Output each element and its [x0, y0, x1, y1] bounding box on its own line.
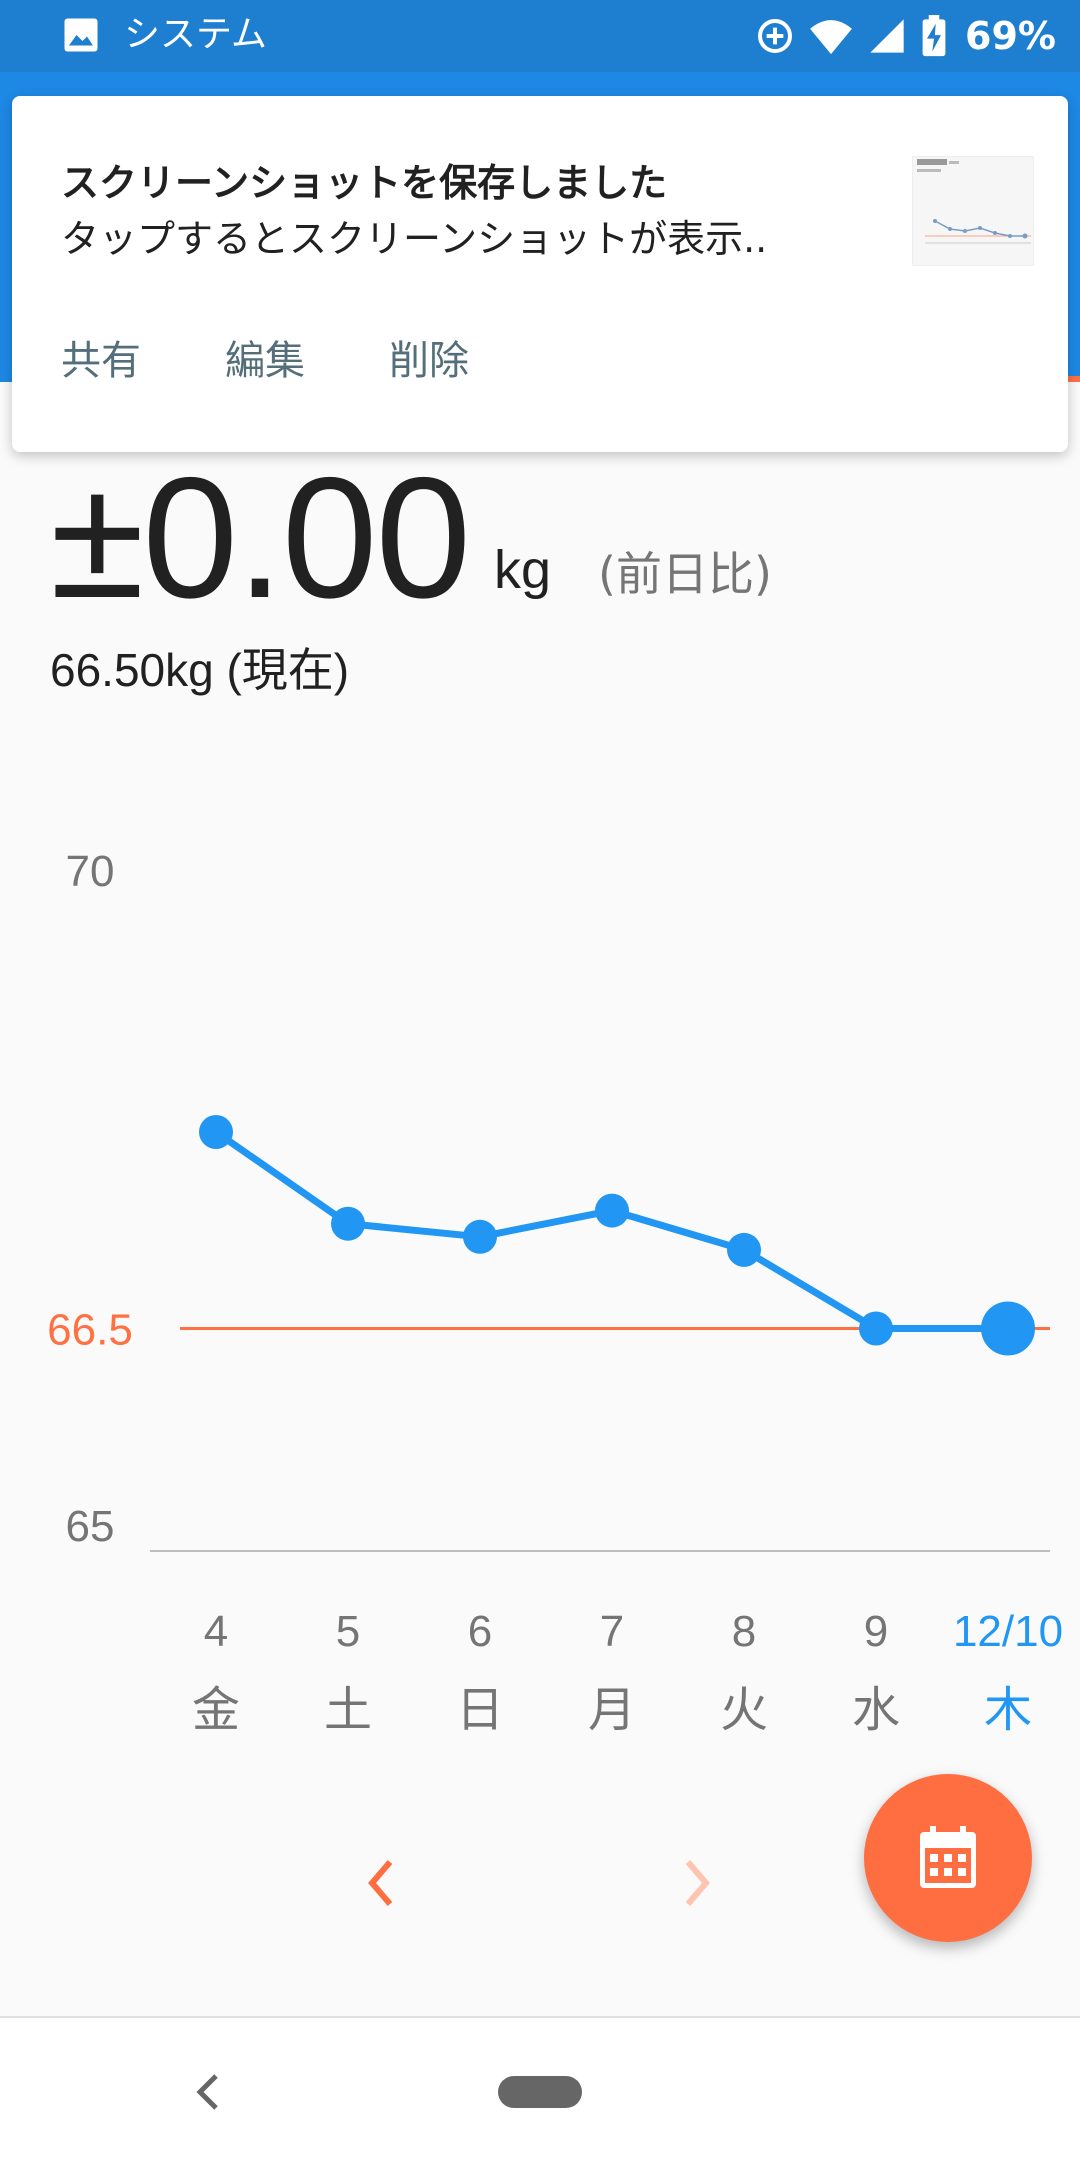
x-tick-label: 5	[336, 1607, 360, 1656]
reference-line-label: 66.5	[47, 1306, 133, 1355]
notification-title: スクリーンショットを保存しました	[61, 161, 668, 205]
battery-charging-icon	[922, 15, 946, 57]
selected-data-point	[981, 1301, 1035, 1356]
weight-difference-unit: kg	[494, 540, 552, 600]
data-point	[463, 1219, 497, 1254]
weekday-label: 水	[852, 1684, 900, 1737]
home-pill-button[interactable]	[498, 2076, 582, 2108]
y-tick-label: 70	[66, 847, 115, 896]
data-point	[199, 1115, 233, 1149]
calendar-icon	[920, 1826, 976, 1888]
data-point	[859, 1311, 893, 1346]
data-point	[595, 1193, 629, 1228]
wifi-icon	[810, 20, 852, 55]
data-saver-icon	[758, 19, 793, 53]
x-tick-label: 6	[468, 1607, 492, 1656]
weekday-label: 日	[456, 1684, 504, 1737]
x-tick-label: 12/10	[953, 1607, 1063, 1656]
y-tick-label: 65	[66, 1502, 115, 1551]
x-tick-label: 8	[732, 1607, 756, 1656]
back-icon[interactable]	[188, 2070, 228, 2114]
cell-signal-icon	[870, 19, 904, 53]
gallery-icon	[64, 18, 98, 52]
share-button[interactable]: 共有	[61, 336, 141, 386]
thumbnail-chart	[917, 159, 1031, 244]
current-weight: 66.50kg (現在)	[50, 644, 350, 696]
x-tick-label: 4	[204, 1607, 228, 1656]
data-point	[727, 1232, 761, 1267]
data-point	[331, 1206, 365, 1241]
chevron-right-icon[interactable]	[672, 1852, 722, 1914]
weekday-label: 金	[192, 1684, 240, 1737]
weekday-label: 土	[324, 1684, 372, 1737]
edit-button[interactable]: 編集	[225, 336, 305, 386]
notification-actions: 共有 編集 削除	[61, 336, 469, 386]
weight-difference-value: ±0.00	[50, 442, 471, 634]
calendar-fab-button[interactable]	[864, 1774, 1032, 1942]
status-app-name: システム	[124, 14, 267, 55]
system-navigation-bar	[0, 2016, 1080, 2160]
weekday-label: 月	[588, 1684, 636, 1737]
chevron-left-icon[interactable]	[356, 1852, 406, 1914]
notification-body: タップするとスクリーンショットが表示..	[61, 217, 768, 261]
weekday-label: 木	[984, 1684, 1032, 1737]
delete-button[interactable]: 削除	[389, 336, 469, 386]
screenshot-thumbnail[interactable]	[912, 156, 1034, 266]
status-bar: システム 69%	[0, 0, 1080, 72]
screenshot-notification[interactable]: スクリーンショットを保存しました タップするとスクリーンショットが表示.. 共有…	[12, 96, 1068, 452]
x-tick-label: 7	[600, 1607, 624, 1656]
app-bar-accent	[1066, 376, 1080, 382]
battery-percent: 69%	[965, 14, 1056, 58]
weight-line-chart: 70 65 66.5 4 金 5 土 6 日 7 月 8 火 9 水 12/10 木	[47, 847, 1063, 1737]
x-tick-label: 9	[864, 1607, 888, 1656]
weekday-label: 火	[720, 1684, 768, 1737]
status-icons: 69%	[755, 12, 1056, 60]
compare-label: (前日比)	[598, 547, 772, 601]
